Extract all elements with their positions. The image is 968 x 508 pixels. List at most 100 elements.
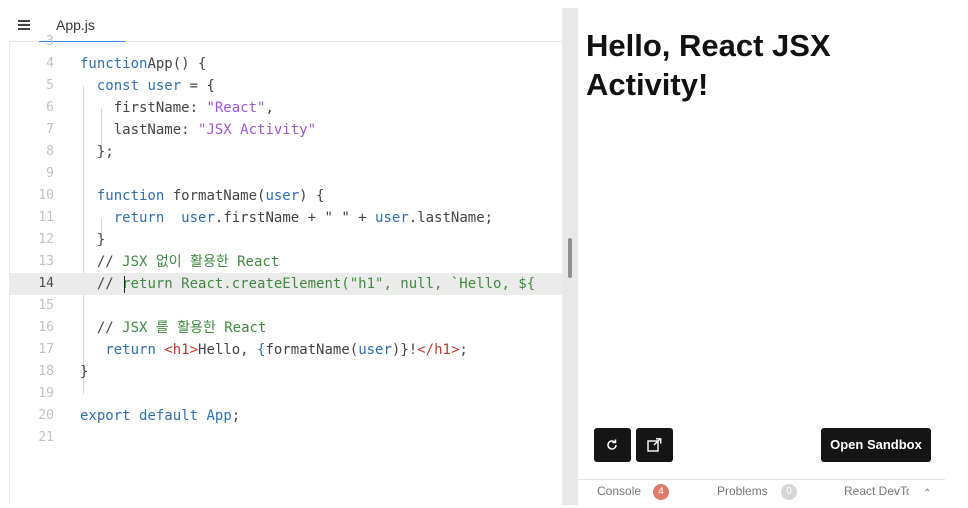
code-token: function (80, 56, 148, 72)
refresh-button[interactable] (594, 428, 631, 462)
code-line[interactable]: 5 const user = { (9, 75, 562, 97)
code-text: } (80, 361, 88, 383)
line-number: 19 (38, 386, 54, 401)
tab-react-devtools[interactable]: React DevTools (844, 484, 909, 498)
code-line[interactable]: 9 (9, 163, 562, 185)
code-token: function (96, 188, 165, 204)
problems-count-badge: 0 (781, 484, 797, 500)
line-number: 6 (46, 100, 54, 115)
code-token: } (80, 232, 106, 248)
tab-problems[interactable]: Problems (717, 484, 768, 498)
code-token: </h1> (417, 342, 460, 358)
code-text: // return React.createElement("h1", null… (80, 273, 535, 295)
code-line[interactable]: 7 lastName: "JSX Activity" (9, 119, 562, 141)
code-line[interactable]: 11 return user.firstName + " " + user.la… (9, 207, 562, 229)
code-token: }; (80, 144, 114, 160)
pane-splitter[interactable] (562, 8, 578, 505)
refresh-icon (607, 439, 617, 450)
tab-console[interactable]: Console (597, 484, 641, 498)
code-line[interactable]: 4 functionApp() { (9, 53, 562, 75)
preview-bottom-bar: Console 4 Problems 0 React DevTools ⌃ (578, 479, 945, 505)
code-text: function formatName(user) { (80, 185, 325, 207)
code-token: user (265, 188, 300, 204)
line-number: 7 (46, 122, 54, 137)
code-line[interactable]: 18} (9, 361, 562, 383)
code-line[interactable]: 3 (9, 31, 562, 53)
open-sandbox-button[interactable]: Open Sandbox (821, 428, 931, 462)
code-token: formatName( (164, 188, 266, 204)
code-token: lastName: (80, 122, 199, 138)
code-token: return React.createElement("h1", null, `… (122, 276, 536, 292)
code-line[interactable]: 12 } (9, 229, 562, 251)
code-line[interactable]: 13 // JSX 없이 활용한 React (9, 251, 562, 273)
console-count-badge: 4 (653, 484, 669, 500)
splitter-handle[interactable] (568, 238, 572, 278)
code-token: <h1> (164, 342, 199, 358)
line-number: 21 (38, 430, 54, 445)
code-token: Hello, (198, 342, 258, 358)
code-token: } (400, 342, 409, 358)
line-number: 10 (38, 188, 54, 203)
preview-heading: Hello, React JSX Activity! (586, 28, 831, 102)
code-token: formatName( (265, 342, 359, 358)
line-number: 20 (38, 408, 54, 423)
code-text: export default App; (80, 405, 240, 427)
line-number: 15 (38, 298, 54, 313)
code-line[interactable]: 10 function formatName(user) { (9, 185, 562, 207)
line-number: 18 (38, 364, 54, 379)
code-token: App (206, 408, 232, 424)
line-number: 5 (46, 78, 54, 93)
line-number: 3 (46, 34, 54, 49)
code-line[interactable]: 21 (9, 427, 562, 449)
code-line[interactable]: 6 firstName: "React", (9, 97, 562, 119)
code-area[interactable]: 3 4 functionApp() {5 const user = {6 first… (9, 34, 562, 505)
line-number: 8 (46, 144, 54, 159)
code-text: // JSX 없이 활용한 React (80, 251, 279, 273)
code-token: user (375, 210, 409, 226)
code-text: return <h1>Hello, {formatName(user)}!</h… (80, 339, 468, 361)
code-text: lastName: "JSX Activity" (80, 119, 316, 141)
chevron-up-icon[interactable]: ⌃ (923, 488, 931, 499)
code-line[interactable]: 14 // return React.createElement("h1", n… (9, 273, 562, 295)
code-token: user (139, 78, 182, 94)
code-line[interactable]: 17 return <h1>Hello, {formatName(user)}!… (9, 339, 562, 361)
code-text: const user = { (80, 75, 215, 97)
line-number: 12 (38, 232, 54, 247)
code-token: } (80, 364, 89, 380)
code-token: // (80, 276, 123, 292)
line-number: 14 (38, 276, 54, 291)
hamburger-menu-icon[interactable] (18, 20, 30, 30)
code-line[interactable]: 19 (9, 383, 562, 405)
code-text: functionApp() { (80, 53, 206, 75)
code-token: JSX 없이 활용한 React (122, 254, 280, 270)
line-number: 4 (46, 56, 54, 71)
code-token: firstName: (80, 100, 207, 116)
code-token: ; (459, 342, 468, 358)
code-token: , (265, 100, 274, 116)
code-token: App() { (147, 56, 207, 72)
code-token: ) { (299, 188, 325, 204)
code-token: ! (408, 342, 418, 358)
code-token: user (172, 210, 215, 226)
open-in-new-window-button[interactable] (636, 428, 673, 462)
code-token: "JSX Activity" (198, 122, 317, 138)
code-line[interactable]: 15 (9, 295, 562, 317)
code-line[interactable]: 16 // JSX 를 활용한 React (9, 317, 562, 339)
code-token: // (80, 320, 123, 336)
line-number: 13 (38, 254, 54, 269)
code-text: } (80, 229, 105, 251)
code-token: return (105, 342, 156, 358)
code-token: default (139, 408, 199, 424)
code-token: .firstName + " " + (214, 210, 376, 226)
code-token: JSX 를 활용한 React (122, 320, 267, 336)
code-token: .lastName; (408, 210, 494, 226)
preview-pane: Hello, React JSX Activity! Open Sandbox … (578, 8, 945, 505)
line-number: 17 (38, 342, 54, 357)
code-token: ; (231, 408, 241, 424)
code-line[interactable]: 8 }; (9, 141, 562, 163)
code-line[interactable]: 20 export default App; (9, 405, 562, 427)
